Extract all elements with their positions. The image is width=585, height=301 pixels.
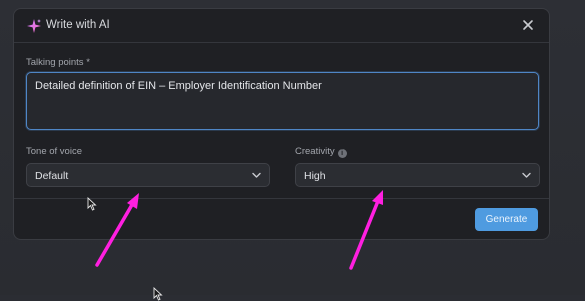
dialog-header: Write with AI (14, 9, 549, 43)
chevron-down-icon (252, 172, 261, 178)
creativity-value: High (304, 170, 326, 182)
tone-of-voice-value: Default (35, 170, 69, 182)
info-icon[interactable]: i (337, 149, 347, 158)
creativity-select[interactable]: High (295, 163, 540, 187)
generate-button[interactable]: Generate (475, 208, 538, 231)
creativity-label: Creativity (295, 146, 335, 157)
close-icon[interactable] (521, 18, 535, 32)
creativity-label-group: Creativity i (295, 146, 347, 158)
talking-points-textarea[interactable]: Detailed definition of EIN – Employer Id… (26, 72, 539, 130)
chevron-down-icon (522, 172, 531, 178)
tone-of-voice-select[interactable]: Default (26, 163, 270, 187)
tone-of-voice-label: Tone of voice (26, 146, 82, 157)
mouse-cursor-icon (87, 197, 97, 211)
dialog-title: Write with AI (46, 19, 110, 31)
talking-points-value: Detailed definition of EIN – Employer Id… (35, 80, 322, 92)
talking-points-label: Talking points * (26, 57, 90, 68)
sparkle-icon (27, 19, 41, 33)
mouse-cursor-icon (153, 287, 163, 301)
